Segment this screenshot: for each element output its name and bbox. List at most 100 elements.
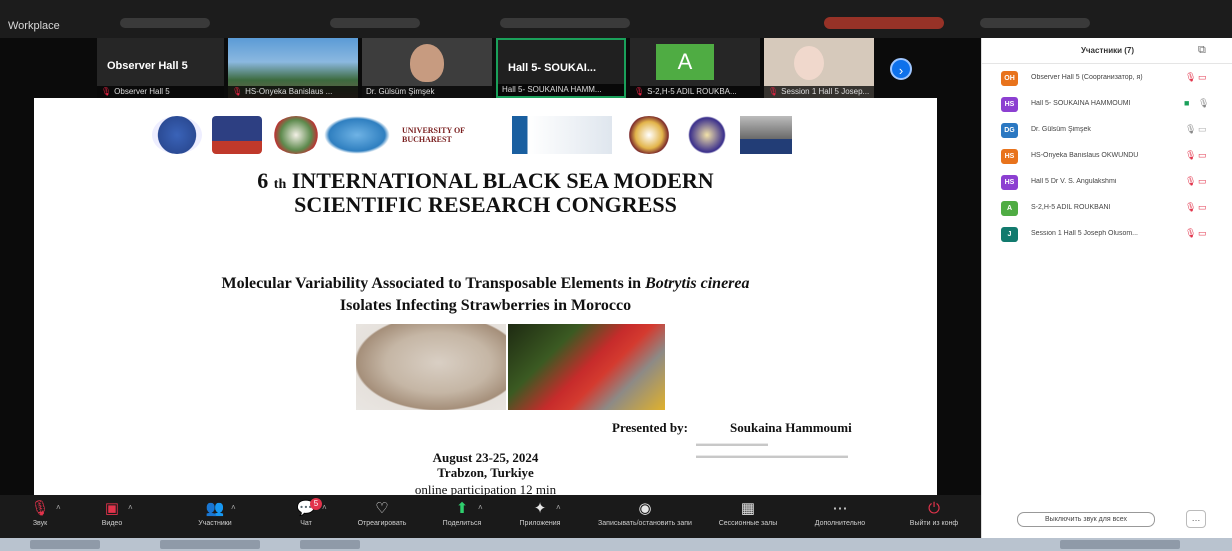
- leave-button[interactable]: ⏻ Выйти из конф: [894, 499, 974, 535]
- chevron-up-icon[interactable]: ˄: [322, 503, 327, 512]
- mic-off-icon: 🎙: [232, 87, 243, 96]
- mute-button[interactable]: 🎙 ˄ Звук: [0, 499, 80, 535]
- react-button[interactable]: ♡ Отреагировать: [342, 499, 422, 535]
- video-off-icon[interactable]: ▭: [1198, 228, 1207, 239]
- participant-tile[interactable]: 🎙 Session 1 Hall 5 Josep...: [764, 38, 874, 98]
- mic-off-icon[interactable]: 🎙: [1185, 202, 1196, 213]
- video-off-icon: ▣: [104, 500, 120, 517]
- participant-video-face: [410, 44, 444, 82]
- breakout-label: Сессионные залы: [718, 520, 778, 527]
- participant-row[interactable]: J Session 1 Hall 5 Joseph Olusom... 🎙 ▭: [982, 222, 1232, 248]
- video-on-icon[interactable]: ■: [1184, 98, 1189, 108]
- chevron-up-icon[interactable]: ˄: [231, 503, 236, 512]
- participant-tile[interactable]: Dr. Gülsüm Şimşek: [362, 38, 492, 98]
- breakout-icon: ▦: [740, 500, 756, 517]
- participant-tile-active-speaker[interactable]: Hall 5- SOUKAI... Hall 5- SOUKAINA HAMM.…: [496, 38, 626, 98]
- mic-off-icon: 🎙: [101, 87, 112, 96]
- popout-icon[interactable]: ⧉: [1198, 44, 1206, 57]
- tile-caption: Dr. Gülsüm Şimşek: [362, 86, 492, 98]
- chevron-up-icon[interactable]: ˄: [556, 503, 561, 512]
- share-screen-button[interactable]: ⬆ ˄ Поделиться: [422, 499, 502, 535]
- petri-dish-image: [356, 324, 506, 410]
- record-icon: ◉: [638, 500, 652, 517]
- video-off-icon[interactable]: ▭: [1198, 150, 1207, 161]
- next-page-button[interactable]: ›: [890, 58, 912, 80]
- tile-caption: 🎙 S-2,H-5 ADIL ROUKBA...: [630, 86, 760, 98]
- paper-title-text: Molecular Variability Associated to Tran…: [221, 275, 642, 292]
- logo-image: [512, 116, 612, 154]
- apps-label: Приложения: [519, 520, 561, 527]
- chevron-up-icon[interactable]: ˄: [128, 503, 133, 512]
- breakout-rooms-button[interactable]: ▦ Сессионные залы: [708, 499, 788, 535]
- mic-off-icon[interactable]: 🎙: [1185, 72, 1196, 83]
- video-button[interactable]: ▣ ˄ Видео: [72, 499, 152, 535]
- video-off-icon[interactable]: ▭: [1198, 176, 1207, 187]
- tile-caption-text: HS-Onyeka Banislaus ...: [245, 87, 333, 96]
- mic-on-icon[interactable]: 🎙: [1185, 124, 1196, 135]
- chat-button[interactable]: 💬 5 ˄ Чат: [266, 498, 346, 535]
- title-text: INTERNATIONAL BLACK SEA MODERN: [291, 168, 714, 193]
- os-tab[interactable]: [330, 18, 420, 28]
- chevron-up-icon[interactable]: ˄: [478, 503, 483, 512]
- video-off-icon[interactable]: ▭: [1198, 72, 1207, 83]
- participant-tile[interactable]: Observer Hall 5 🎙 Observer Hall 5: [97, 38, 224, 98]
- participant-name: Session 1 Hall 5 Joseph Olusom...: [1031, 230, 1138, 237]
- mute-all-button[interactable]: Выключить звук для всех: [1017, 512, 1155, 527]
- os-tab[interactable]: [120, 18, 210, 28]
- paper-title-species: Botrytis cinerea: [645, 275, 750, 292]
- participant-avatar: HS: [1001, 97, 1018, 112]
- more-label: Дополнительно: [814, 520, 866, 527]
- video-stage: Observer Hall 5 🎙 Observer Hall 5 🎙 HS-Ony…: [0, 38, 981, 495]
- title-ordinal: th: [273, 177, 287, 192]
- participant-video-face: [794, 46, 824, 80]
- participant-row[interactable]: A S-2,H-5 ADIL ROUKBANI 🎙 ▭: [982, 196, 1232, 222]
- mic-off-icon[interactable]: 🎙: [1185, 176, 1196, 187]
- mic-off-icon[interactable]: 🎙: [1185, 228, 1196, 239]
- participant-tile[interactable]: A 🎙 S-2,H-5 ADIL ROUKBA...: [630, 38, 760, 98]
- strawberry-image: [508, 324, 665, 410]
- taskbar-tray[interactable]: [1060, 540, 1180, 549]
- chat-label: Чат: [300, 520, 312, 527]
- os-tab[interactable]: [500, 18, 630, 28]
- os-tab[interactable]: [980, 18, 1090, 28]
- participants-button[interactable]: 👥 ˄ Участники: [175, 499, 255, 535]
- video-off-icon[interactable]: ▭: [1198, 202, 1207, 213]
- meeting-toolbar: 🎙 ˄ Звук ▣ ˄ Видео 👥 ˄ Участники 💬 5 ˄ Чат ♡ …: [0, 495, 981, 538]
- participant-row[interactable]: DG Dr. Gülsüm Şimşek 🎙 ▭: [982, 118, 1232, 144]
- share-icon: ⬆: [455, 500, 469, 517]
- video-label: Видео: [101, 520, 123, 527]
- logo-image: [324, 116, 390, 154]
- mic-off-icon[interactable]: 🎙: [1185, 150, 1196, 161]
- tile-caption: 🎙 Observer Hall 5: [97, 86, 224, 98]
- os-title-bar: Workplace: [0, 0, 1232, 38]
- participant-tile[interactable]: 🎙 HS-Onyeka Banislaus ...: [228, 38, 358, 98]
- panel-title: Участники (7): [1080, 46, 1135, 55]
- tile-caption-text: Dr. Gülsüm Şimşek: [366, 87, 435, 96]
- mic-on-icon[interactable]: 🎙: [1198, 98, 1209, 109]
- participant-avatar: J: [1001, 227, 1018, 242]
- mic-off-icon: 🎙: [768, 87, 779, 96]
- leave-label: Выйти из конф: [909, 520, 959, 527]
- taskbar-item[interactable]: [30, 540, 100, 549]
- participant-row[interactable]: HS HS-Onyeka Banislaus OKWUNDU 🎙 ▭: [982, 144, 1232, 170]
- taskbar-item[interactable]: [300, 540, 360, 549]
- panel-more-button[interactable]: …: [1186, 510, 1206, 528]
- tile-caption: Hall 5- SOUKAINA HAMM...: [498, 84, 624, 96]
- more-button[interactable]: ⋯ Дополнительно: [800, 499, 880, 535]
- participant-avatar: A: [656, 44, 714, 80]
- video-off-icon[interactable]: ▭: [1198, 124, 1207, 135]
- panel-header: Участники (7) ⧉: [982, 38, 1232, 64]
- participant-row[interactable]: HS Hall 5 Dr V. S. Angulakshmi 🎙 ▭: [982, 170, 1232, 196]
- participant-list: OH Observer Hall 5 (Соорганизатор, я) 🎙 ▭…: [982, 66, 1232, 248]
- taskbar-item[interactable]: [160, 540, 260, 549]
- participant-row[interactable]: OH Observer Hall 5 (Соорганизатор, я) 🎙 ▭: [982, 66, 1232, 92]
- participant-row[interactable]: HS Hall 5- SOUKAINA HAMMOUMI 🎙 ■: [982, 92, 1232, 118]
- share-label: Поделиться: [442, 520, 482, 527]
- shared-screen-slide: UNIVERSITY OF BUCHAREST 6 th INTERNATION…: [34, 98, 937, 495]
- record-button[interactable]: ◉ Записывать/остановить запи: [590, 499, 700, 535]
- tile-caption-text: S-2,H-5 ADIL ROUKBA...: [647, 87, 737, 96]
- apps-button[interactable]: ✦ ˄ Приложения: [500, 499, 580, 535]
- paper-title-line1: Molecular Variability Associated to Tran…: [34, 275, 937, 293]
- chevron-up-icon[interactable]: ˄: [56, 503, 61, 512]
- react-icon: ♡: [375, 500, 389, 517]
